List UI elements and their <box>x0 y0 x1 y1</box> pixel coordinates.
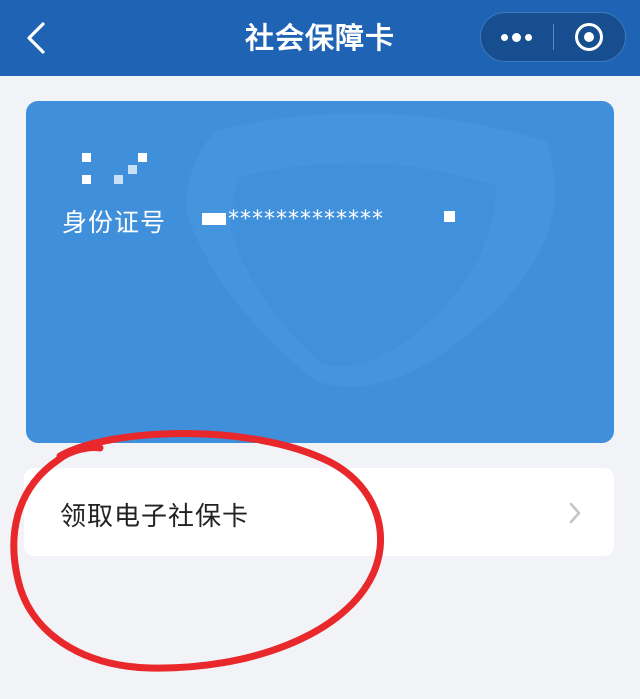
close-button[interactable] <box>554 13 626 61</box>
mini-program-capsule <box>480 12 626 62</box>
red-circle-annotation <box>10 430 385 672</box>
id-number-label: 身份证号 <box>62 208 167 237</box>
target-circle-icon <box>575 23 604 51</box>
social-security-card[interactable]: 身份证号 ************* <box>26 101 614 443</box>
more-dots-icon <box>499 32 534 42</box>
id-number-value: ************* <box>202 204 384 234</box>
name-mosaic <box>76 151 156 191</box>
navigation-bar: 社会保障卡 <box>0 0 640 76</box>
claim-electronic-card-button[interactable]: 领取电子社保卡 <box>24 468 614 556</box>
id-mask-block <box>202 213 226 225</box>
claim-label: 领取电子社保卡 <box>60 502 250 532</box>
id-masked-digits: ************* <box>228 206 384 232</box>
more-button[interactable] <box>481 13 553 61</box>
chevron-right-icon <box>569 502 581 524</box>
id-mask-block-end <box>444 211 455 222</box>
